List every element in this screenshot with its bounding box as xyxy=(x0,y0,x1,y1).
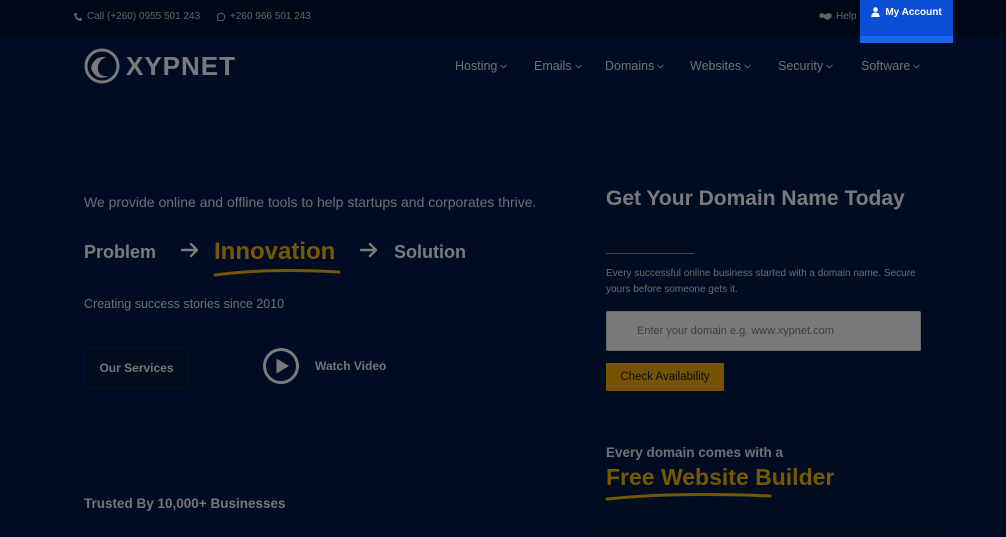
flow-solution: Solution xyxy=(394,242,466,262)
phone-icon xyxy=(74,12,82,21)
brand-name: XYPNET xyxy=(126,50,237,81)
chevron-down-icon xyxy=(913,63,921,69)
whatsapp-number: +260 966 501 243 xyxy=(230,11,311,22)
chevron-down-icon xyxy=(574,63,582,69)
chevron-down-icon xyxy=(657,63,665,69)
nav-websites[interactable]: Websites xyxy=(690,59,752,73)
handshake-icon xyxy=(819,13,832,20)
nav-emails[interactable]: Emails xyxy=(534,59,582,73)
whatsapp-icon xyxy=(216,12,226,21)
flow-problem: Problem xyxy=(84,242,157,262)
whatsapp-contact[interactable]: +260 966 501 243 xyxy=(216,11,311,22)
user-icon xyxy=(871,7,881,17)
nav-security[interactable]: Security xyxy=(778,59,834,73)
arrow-right-icon xyxy=(180,242,199,258)
domain-subtitle: Every successful online business started… xyxy=(606,268,916,295)
nav-label: Hosting xyxy=(455,59,498,73)
every-domain-text: Every domain comes with a xyxy=(606,445,784,460)
domain-title: Get Your Domain Name Today xyxy=(606,187,905,210)
since-text: Creating success stories since 2010 xyxy=(84,297,285,311)
nav-hosting[interactable]: Hosting xyxy=(455,59,508,73)
our-services-button[interactable]: Our Services xyxy=(84,347,189,389)
help-link[interactable]: Help xyxy=(819,11,857,22)
innovation-underline xyxy=(213,269,341,277)
nav-label: Websites xyxy=(690,59,742,73)
nav-label: Software xyxy=(861,59,911,73)
divider xyxy=(606,253,694,254)
chevron-down-icon xyxy=(826,63,834,69)
xypnet-logo-icon xyxy=(84,48,120,84)
arrow-right-icon xyxy=(359,242,378,258)
nav-label: Emails xyxy=(534,59,572,73)
brand-logo[interactable]: XYPNET xyxy=(84,48,236,84)
nav-software[interactable]: Software xyxy=(861,59,921,73)
check-availability-button[interactable]: Check Availability xyxy=(606,363,724,391)
watch-video-link[interactable]: Watch Video xyxy=(315,359,386,373)
flow-innovation: Innovation xyxy=(214,238,336,265)
nav-domains[interactable]: Domains xyxy=(605,59,665,73)
free-builder-underline xyxy=(605,493,772,501)
my-account-label: My Account xyxy=(885,6,942,18)
my-account-button[interactable]: My Account xyxy=(860,0,953,43)
chevron-down-icon xyxy=(500,63,508,69)
phone-number: Call (+260) 0955 501 243 xyxy=(87,11,201,22)
domain-search-input[interactable] xyxy=(606,311,921,351)
play-icon[interactable] xyxy=(262,347,300,385)
hero-tagline: We provide online and offline tools to h… xyxy=(84,194,537,210)
free-website-builder-heading: Free Website Builder xyxy=(606,464,835,490)
help-label: Help xyxy=(836,11,857,22)
nav-label: Security xyxy=(778,59,824,73)
nav-label: Domains xyxy=(605,59,655,73)
chevron-down-icon xyxy=(744,63,752,69)
phone-contact[interactable]: Call (+260) 0955 501 243 xyxy=(73,11,200,22)
trusted-heading: Trusted By 10,000+ Businesses xyxy=(84,496,286,511)
